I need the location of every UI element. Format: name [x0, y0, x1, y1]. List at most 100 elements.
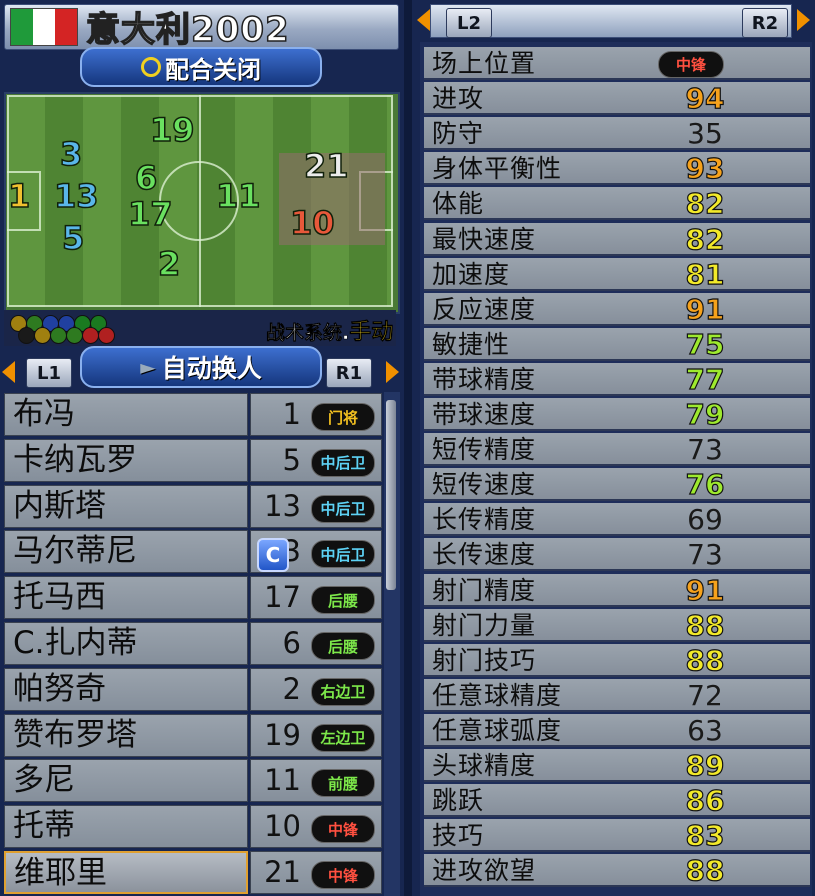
stat-row: 短传速度 76 — [424, 468, 810, 502]
pitch-player[interactable]: 5 — [61, 221, 85, 255]
stat-row: 身体平衡性 93 — [424, 152, 810, 186]
stat-row: 敏捷性 75 — [424, 327, 810, 361]
stat-label: 进攻欲望 — [432, 856, 537, 886]
pitch-player[interactable]: 10 — [289, 206, 335, 240]
roster-row[interactable]: C.扎内蒂 6 后腰 — [4, 622, 382, 665]
stat-value: 93 — [685, 152, 725, 186]
pitch-player[interactable]: 11 — [215, 179, 261, 213]
teamwork-toggle-button[interactable]: 配合关闭 — [80, 47, 322, 87]
stat-label: 进攻 — [432, 84, 485, 114]
stat-label: 技巧 — [432, 821, 485, 851]
roster-row[interactable]: 卡纳瓦罗 5 中后卫 — [4, 438, 382, 482]
pitch-player[interactable]: 19 — [149, 113, 195, 147]
pitch-player[interactable]: 1 — [7, 179, 31, 213]
player-name: 赞布罗塔 — [4, 713, 248, 757]
player-name: 托马西 — [4, 576, 248, 620]
stat-value: 73 — [687, 433, 723, 467]
position-badge: 左边卫 — [311, 723, 375, 752]
stat-row: 体能 82 — [424, 187, 810, 221]
pitch-player[interactable]: 2 — [157, 247, 181, 281]
roster-row[interactable]: 托蒂 10 中锋 — [4, 805, 382, 849]
l1-button[interactable]: L1 — [26, 358, 72, 388]
stat-value: 63 — [687, 713, 723, 747]
stat-value: 76 — [685, 468, 725, 502]
prev-arrow-icon[interactable] — [2, 361, 15, 383]
stat-row: 技巧 83 — [424, 819, 810, 853]
stat-row: 最快速度 82 — [424, 222, 810, 256]
player-number-cell: 1 门将 — [250, 393, 382, 436]
roster-row[interactable]: 布冯 1 门将 — [4, 393, 382, 436]
pitch-player[interactable]: 13 — [53, 179, 99, 213]
stat-label: 最快速度 — [432, 224, 537, 254]
next-arrow-icon[interactable] — [386, 361, 399, 383]
tactic-dot — [50, 327, 67, 344]
tactic-dot — [34, 327, 51, 344]
stat-value: 82 — [685, 187, 725, 221]
stat-label: 短传速度 — [432, 470, 537, 500]
player-number-cell: 5 中后卫 — [250, 438, 382, 482]
stat-label: 跳跃 — [432, 786, 485, 816]
stat-row: 加速度 81 — [424, 257, 810, 291]
roster-row[interactable]: 赞布罗塔 19 左边卫 — [4, 713, 382, 757]
stat-row: 短传精度 73 — [424, 433, 810, 467]
stat-label: 头球精度 — [432, 751, 537, 780]
stat-label: 场上位置 — [432, 49, 537, 78]
stat-label: 带球速度 — [432, 400, 537, 429]
stat-label: 射门力量 — [432, 610, 537, 640]
position-badge: 中后卫 — [311, 540, 375, 569]
roster-row[interactable]: 维耶里 21 中锋 — [4, 851, 382, 894]
tactic-system-mode: 手动 — [349, 320, 394, 346]
player-name: 布冯 — [4, 393, 248, 436]
position-badge: 前腰 — [311, 769, 375, 798]
stat-value: 83 — [685, 819, 725, 853]
player-number: 5 — [282, 442, 301, 477]
pitch-player[interactable]: 3 — [59, 137, 83, 171]
roster-row[interactable]: 内斯塔 13 中后卫 — [4, 484, 382, 528]
circle-button-icon — [141, 57, 161, 77]
flag-stripe-white — [33, 9, 55, 45]
stat-value: 82 — [685, 222, 725, 256]
prev-page-arrow-icon[interactable] — [417, 9, 430, 31]
player-name: C.扎内蒂 — [4, 622, 248, 665]
next-page-arrow-icon[interactable] — [797, 9, 810, 31]
roster-scroll-thumb[interactable] — [386, 400, 396, 590]
captain-badge-icon: C — [257, 538, 289, 572]
stat-value: 73 — [687, 538, 723, 572]
player-name: 多尼 — [4, 759, 248, 803]
roster-row[interactable]: 多尼 11 前腰 — [4, 759, 382, 803]
player-number-cell: 6 后腰 — [250, 622, 382, 665]
player-number-cell: 17 后腰 — [250, 576, 382, 620]
player-number: 10 — [264, 809, 301, 844]
stat-value: 91 — [685, 292, 725, 326]
pitch-player[interactable]: 21 — [303, 149, 349, 183]
stat-value: 81 — [685, 257, 725, 291]
roster-row[interactable]: 帕努奇 2 右边卫 — [4, 667, 382, 711]
flag-stripe-red — [55, 9, 77, 45]
roster-row[interactable]: 托马西 17 后腰 — [4, 576, 382, 620]
r1-button[interactable]: R1 — [326, 358, 372, 388]
pitch-player[interactable]: 6 — [134, 161, 158, 195]
stat-value: 94 — [685, 81, 725, 116]
stat-value: 75 — [685, 327, 725, 361]
stat-label: 长传速度 — [432, 540, 537, 570]
stat-row: 头球精度 89 — [424, 748, 810, 783]
stat-label: 射门精度 — [432, 575, 537, 605]
r2-button[interactable]: R2 — [742, 8, 788, 38]
tactic-system-label[interactable]: 战术系统.手动 — [266, 314, 394, 346]
l2-button[interactable]: L2 — [446, 8, 492, 38]
player-number-cell: 13 中后卫 — [250, 484, 382, 528]
position-badge: 中锋 — [658, 51, 724, 78]
stat-value: 79 — [685, 397, 725, 431]
stat-label: 射门技巧 — [432, 645, 537, 675]
roster-row[interactable]: 马尔蒂尼 3 中后卫 — [4, 530, 382, 574]
arrow-pointer-icon: ► — [140, 355, 156, 379]
position-badge: 后腰 — [311, 632, 375, 660]
auto-substitution-button[interactable]: ► 自动换人 — [80, 346, 322, 388]
stat-value: 86 — [685, 783, 725, 818]
player-number-cell: 21 中锋 — [250, 851, 382, 894]
tactic-dot — [18, 327, 35, 344]
stat-label: 长传精度 — [432, 505, 537, 535]
player-number: 11 — [264, 763, 301, 798]
pitch-player[interactable]: 17 — [127, 197, 173, 231]
stat-row: 长传速度 73 — [424, 538, 810, 572]
